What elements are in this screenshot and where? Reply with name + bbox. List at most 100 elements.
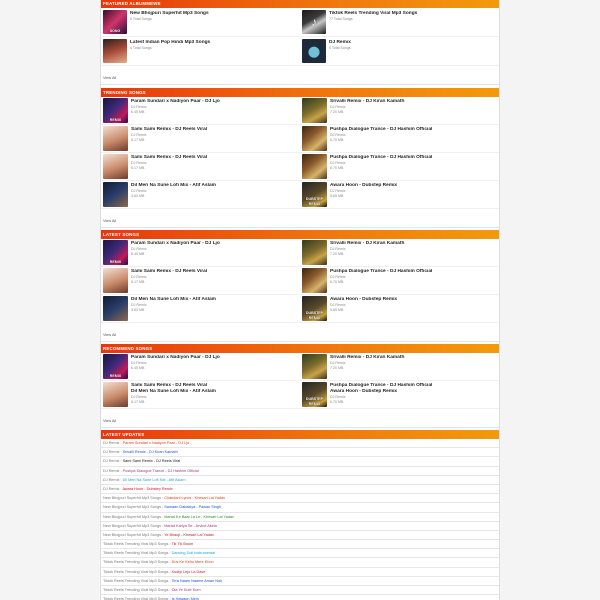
song-item[interactable]: DUBSTEP REMIX Awara Hoon - Dubstep Remix D… — [300, 295, 499, 323]
update-song-link[interactable]: Ye Bhauji - Khesari Lal Yadav — [164, 533, 214, 537]
song-size: 5.17 MB — [131, 137, 145, 142]
update-category-link[interactable]: Tiktok Reels Trending Viral Mp3 Songs — [103, 570, 168, 574]
song-size: 6.70 MB — [330, 399, 344, 404]
song-cover-image: REMIX — [103, 240, 128, 265]
song-item[interactable]: REMIX Param Sundari x Nadiyon Paar - DJ L… — [101, 353, 300, 381]
music-note-icon: ♪ — [311, 15, 317, 29]
song-item[interactable]: Srivalli Remix - DJ Kiran Kamath DJ Remix… — [300, 239, 499, 267]
update-row: DJ Remix : Pushpa Dialogue Trance - DJ H… — [101, 467, 499, 476]
update-song-link[interactable]: Chandani Lyrics - Khesari Lal Yadav — [164, 496, 225, 500]
cover-text: DUBSTEP REMIX — [305, 197, 324, 206]
update-category-link[interactable]: DJ Remix — [103, 469, 119, 473]
album-cover-image: SONG — [103, 10, 127, 34]
update-song-link[interactable]: Pushpa Dialogue Trance - DJ Hashim Offic… — [123, 469, 199, 473]
update-category-link[interactable]: New Bhojpuri Superhit Mp3 Songs — [103, 515, 161, 519]
latest-updates-section: LATEST UPDATES DJ Remix : Param Sundari … — [101, 430, 499, 600]
update-song-link[interactable]: Marad Kariya Se - Arvind Akela — [164, 524, 217, 528]
update-row: New Bhojpuri Superhit Mp3 Songs : Samaan… — [101, 503, 499, 513]
song-item[interactable]: REMIX Param Sundari x Nadiyon Paar - DJ L… — [101, 97, 300, 125]
update-song-link[interactable]: Marad Ke Baat La Le - Khesari Lal Yadav — [164, 515, 234, 519]
update-category-link[interactable]: DJ Remix — [103, 441, 119, 445]
album-song-count: 4 Total Songs — [130, 46, 152, 50]
update-song-link[interactable]: Kudiyi Lejo La Dave — [172, 570, 206, 574]
song-size: 7.20 MB — [330, 251, 344, 256]
update-row: Tiktok Reels Trending Viral Mp3 Songs : … — [101, 577, 499, 586]
update-category-link[interactable]: Tiktok Reels Trending Viral Mp3 Songs — [103, 560, 168, 564]
section-heading: LATEST SONGS — [101, 230, 499, 239]
song-item[interactable]: DUBSTEP REMIX Pushpa Dialogue Trance - DJ… — [300, 381, 499, 409]
update-category-link[interactable]: Tiktok Reels Trending Viral Mp3 Songs — [103, 542, 168, 546]
update-song-link[interactable]: Dil Meri Na Sune Lofi Mix - Atif Aslam — [123, 478, 186, 482]
update-row: Tiktok Reels Trending Viral Mp3 Songs : … — [101, 540, 499, 550]
update-song-link[interactable]: Ola Ye Kute Kum — [172, 588, 201, 592]
update-song-link[interactable]: Srivalli Remix - DJ Kiran Kamath — [123, 450, 178, 454]
update-song-link[interactable]: Tik Tik Boom — [172, 542, 194, 546]
song-item[interactable]: REMIX Param Sundari x Nadiyon Paar - DJ L… — [101, 239, 300, 267]
song-item[interactable]: Sami Sami Remix - DJ Reels Viral DJ Remix… — [101, 267, 300, 295]
update-category-link[interactable]: Tiktok Reels Trending Viral Mp3 Songs — [103, 579, 168, 583]
update-song-link[interactable]: Tera Naam Naame Aman Noh — [172, 579, 223, 583]
update-row: DJ Remix : Sami Sami Remix - DJ Reels Vi… — [101, 457, 499, 467]
cover-text: DUBSTEP REMIX — [305, 311, 324, 320]
song-size: 3.63 MB — [131, 307, 145, 312]
song-item[interactable]: Pushpa Dialogue Trance - DJ Hashim Offic… — [300, 267, 499, 295]
song-cover-image — [302, 240, 327, 265]
cover-text: REMIX — [109, 118, 122, 122]
update-category-link[interactable]: New Bhojpuri Superhit Mp3 Songs — [103, 505, 161, 509]
view-all-link[interactable]: View All — [101, 74, 118, 83]
song-size: 6.40 MB — [131, 251, 145, 256]
update-category-link[interactable]: DJ Remix — [103, 450, 119, 454]
update-category-link[interactable]: DJ Remix — [103, 459, 119, 463]
song-item[interactable]: Dil Meri Na Sune Lofi Mix - Atif Aslam DJ… — [101, 181, 300, 209]
song-cover-image: REMIX — [103, 98, 128, 123]
song-size: 5.65 MB — [330, 307, 344, 312]
latest-songs-section: LATEST SONGS REMIX Param Sundari x Nadiyo… — [101, 230, 499, 342]
featured-albums-section: FEATURED ALBUMMEWE SONG New Bhojpuri Sup… — [101, 0, 499, 85]
update-category-link[interactable]: DJ Remix — [103, 487, 119, 491]
album-item[interactable]: ♪ Tiktok Reels Trending Viral Mp3 Songs 7… — [300, 8, 499, 37]
album-cover-image — [302, 39, 326, 63]
section-heading: TRENDING SONGS — [101, 88, 499, 97]
song-cover-image — [302, 268, 327, 293]
update-category-link[interactable]: New Bhojpuri Superhit Mp3 Songs — [103, 496, 161, 500]
song-item[interactable]: DUBSTEP REMIX Awara Hoon - Dubstep Remix D… — [300, 181, 499, 209]
album-item[interactable]: SONG New Bhojpuri Superhit Mp3 Songs 0 To… — [101, 8, 300, 37]
update-song-link[interactable]: Param Sundari x Nadiyon Paar - DJ Ljo — [123, 441, 189, 445]
view-all-link[interactable]: View All — [101, 217, 118, 226]
song-item[interactable]: Sami Sami Remix - DJ Reels Viral DJ Remix… — [101, 153, 300, 181]
update-category-link[interactable]: New Bhojpuri Superhit Mp3 Songs — [103, 533, 161, 537]
update-song-link[interactable]: Awara Hoon - Dubstep Remix — [122, 487, 172, 491]
view-all-link[interactable]: View All — [101, 331, 118, 340]
update-category-link[interactable]: New Bhojpuri Superhit Mp3 Songs — [103, 524, 161, 528]
update-song-link[interactable]: Dancing Doll Instrumental — [172, 551, 215, 555]
update-row: New Bhojpuri Superhit Mp3 Songs : Marad … — [101, 522, 499, 531]
album-cover-image — [103, 39, 127, 63]
section-heading: FEATURED ALBUMMEWE — [101, 0, 499, 8]
view-all-link[interactable]: View All — [101, 417, 118, 426]
song-item[interactable]: Sami Sami Remix - DJ Reels Viral DJ Remix… — [101, 125, 300, 153]
song-item[interactable]: Srivalli Remix - DJ Kiran Kamath DJ Remix… — [300, 97, 499, 125]
update-song-link[interactable]: Samaan Dabakiya - Pawan Singh — [164, 505, 221, 509]
song-cover-image — [302, 154, 327, 179]
song-cover-image — [302, 354, 327, 379]
song-cover-image — [302, 98, 327, 123]
update-category-link[interactable]: Tiktok Reels Trending Viral Mp3 Songs — [103, 551, 168, 555]
update-category-link[interactable]: Tiktok Reels Trending Viral Mp3 Songs — [103, 588, 168, 592]
update-song-link[interactable]: Dus Ke Kehu Mere Khon — [172, 560, 214, 564]
song-size: 6.70 MB — [330, 137, 344, 142]
cover-text: REMIX — [109, 260, 122, 264]
update-row: Tiktok Reels Trending Viral Mp3 Songs : … — [101, 549, 499, 559]
song-item[interactable]: Pushpa Dialogue Trance - DJ Hashim Offic… — [300, 125, 499, 153]
album-item[interactable]: DJ Remix 0 Total Songs — [300, 37, 499, 66]
song-item[interactable]: Srivalli Remix - DJ Kiran Kamath DJ Remix… — [300, 353, 499, 381]
update-song-link[interactable]: Sami Sami Remix - DJ Reels Viral — [123, 459, 181, 463]
cover-text: DUBSTEP REMIX — [305, 397, 324, 406]
album-item[interactable]: Latest Indian Pop Hindi Mp3 Songs 4 Total… — [101, 37, 300, 66]
album-song-count: 0 Total Songs — [130, 17, 152, 21]
song-cover-image — [103, 182, 128, 207]
song-item[interactable]: Pushpa Dialogue Trance - DJ Hashim Offic… — [300, 153, 499, 181]
album-cover-image: ♪ — [302, 10, 326, 34]
song-item[interactable]: Sami Sami Remix - DJ Reels Viral Dil Meri… — [101, 381, 300, 409]
song-item[interactable]: Dil Meri Na Sune Lofi Mix - Atif Aslam DJ… — [101, 295, 300, 323]
update-category-link[interactable]: DJ Remix — [103, 478, 119, 482]
